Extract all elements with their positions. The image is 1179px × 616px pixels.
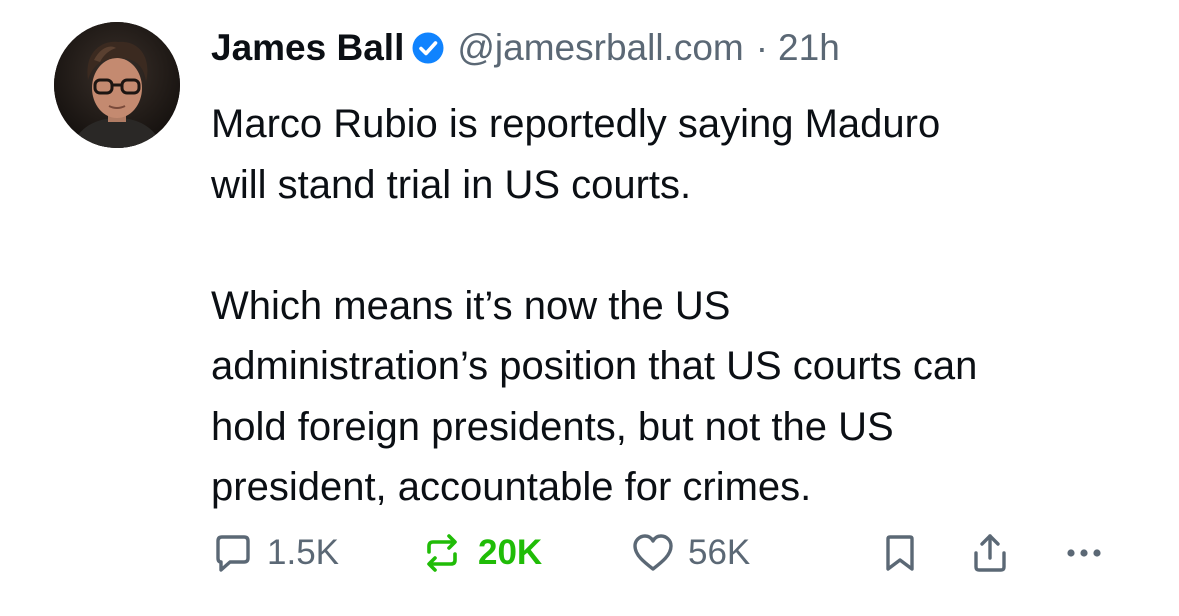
bookmark-icon [880, 531, 920, 575]
post-header: James Ball @jamesrball.com · 21h [211, 26, 840, 70]
verified-check-icon [411, 31, 445, 65]
share-icon [968, 531, 1012, 575]
author-handle[interactable]: @jamesrball.com [457, 27, 743, 69]
heart-icon [630, 531, 676, 575]
header-separator: · [755, 27, 769, 68]
like-count: 56K [688, 533, 751, 572]
bookmark-button[interactable] [880, 520, 920, 586]
post-text-line: Marco Rubio is reportedly saying Maduro [211, 102, 941, 146]
reply-button[interactable]: 1.5K [211, 520, 339, 586]
repost-count: 20K [478, 533, 543, 572]
post-text-line: hold foreign presidents, but not the US [211, 404, 894, 449]
like-button[interactable]: 56K [630, 520, 750, 586]
speech-bubble-icon [211, 531, 255, 575]
share-button[interactable] [968, 520, 1012, 586]
post-paragraph: Which means it’s now the US administrati… [211, 276, 1151, 518]
author-avatar[interactable] [54, 22, 180, 148]
post-text-line: Which means it’s now the US [211, 283, 731, 328]
reply-count: 1.5K [267, 533, 339, 572]
post-text-line: president, accountable for crimes. [211, 465, 812, 509]
post-text-line: administration’s position that US courts… [211, 344, 978, 388]
repost-arrows-icon [418, 531, 466, 575]
post-text-line: will stand trial in US courts. [211, 162, 692, 207]
post-timestamp[interactable]: 21h [778, 27, 840, 69]
post-text: Marco Rubio is reportedly saying Maduro … [211, 94, 1151, 518]
post-card: James Ball @jamesrball.com · 21h Marco R… [0, 0, 1179, 616]
post-paragraph: Marco Rubio is reportedly saying Maduro … [211, 94, 1151, 215]
repost-button[interactable]: 20K [418, 520, 542, 586]
author-name[interactable]: James Ball [211, 27, 404, 69]
more-dots-icon [1062, 531, 1106, 575]
post-actions-bar: 1.5K 20K 56K [0, 520, 1179, 586]
more-options-button[interactable] [1062, 520, 1106, 586]
author-portrait-image [54, 22, 180, 148]
